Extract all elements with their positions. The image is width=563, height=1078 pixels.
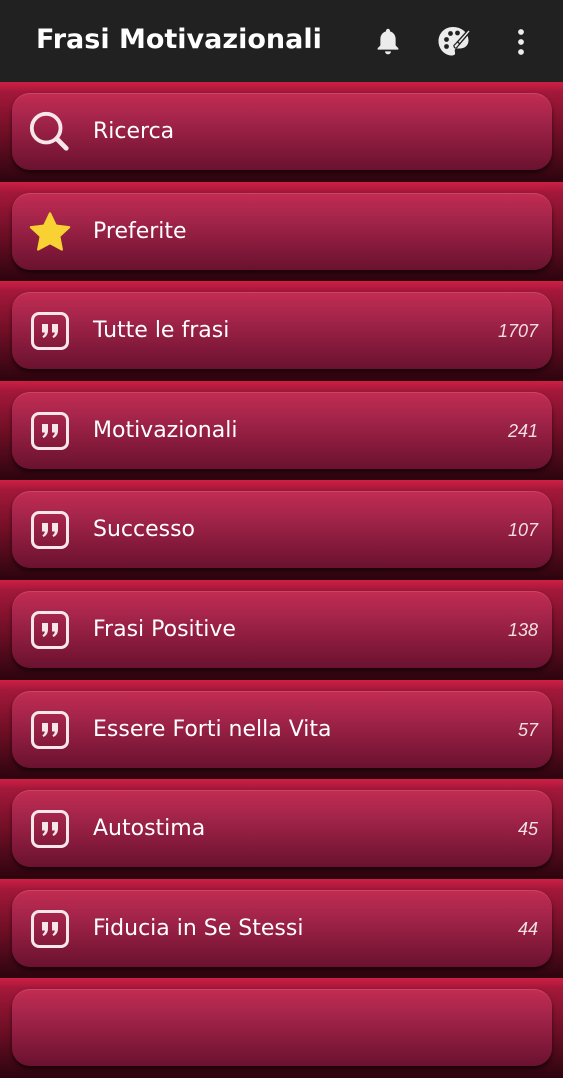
quote-icon xyxy=(31,810,69,849)
category-count: 1707 xyxy=(497,321,538,342)
search-icon xyxy=(28,110,72,154)
category-count: 57 xyxy=(517,719,538,740)
category-label: Autostima xyxy=(93,816,206,842)
category-count: 45 xyxy=(517,819,538,840)
search-item[interactable]: Ricerca xyxy=(12,93,552,170)
quote-icon xyxy=(31,312,69,351)
list-row: Essere Forti nella Vita 57 xyxy=(0,679,563,780)
list-row: Successo 107 xyxy=(0,480,563,580)
more-options-button[interactable] xyxy=(499,20,543,64)
favorites-label: Preferite xyxy=(93,218,187,244)
list-row: Frasi Positive 138 xyxy=(0,579,563,680)
category-label: Successo xyxy=(93,517,196,543)
theme-button[interactable] xyxy=(432,20,476,64)
category-label: Tutte le frasi xyxy=(93,318,230,344)
list-row: Ricerca xyxy=(0,82,563,182)
category-label: Fiducia in Se Stessi xyxy=(93,915,304,941)
app-bar: Frasi Motivazionali xyxy=(0,0,563,82)
category-item[interactable]: Essere Forti nella Vita 57 xyxy=(12,690,552,768)
list-row: Motivazionali 241 xyxy=(0,380,563,481)
notifications-button[interactable] xyxy=(366,20,410,64)
category-item[interactable]: Successo 107 xyxy=(12,491,552,569)
category-item[interactable]: Motivazionali 241 xyxy=(12,391,552,469)
list-row-partial xyxy=(0,978,563,1078)
category-list: Ricerca Preferite Tutte le frasi 1707 Mo… xyxy=(0,82,563,1078)
category-count: 241 xyxy=(507,420,538,441)
category-count: 44 xyxy=(517,918,538,939)
category-label: Frasi Positive xyxy=(93,616,236,642)
category-label: Motivazionali xyxy=(93,417,238,443)
list-row: Tutte le frasi 1707 xyxy=(0,281,563,381)
list-row: Fiducia in Se Stessi 44 xyxy=(0,878,563,979)
category-label: Essere Forti nella Vita xyxy=(93,716,332,742)
star-icon xyxy=(28,210,72,254)
category-count: 138 xyxy=(507,619,538,640)
list-row: Preferite xyxy=(0,181,563,282)
category-count: 107 xyxy=(507,520,538,541)
category-item-partial[interactable] xyxy=(12,989,552,1067)
quote-icon xyxy=(31,511,69,550)
quote-icon xyxy=(31,909,69,948)
search-label: Ricerca xyxy=(93,119,175,144)
category-item[interactable]: Fiducia in Se Stessi 44 xyxy=(12,889,552,967)
quote-icon xyxy=(31,411,69,450)
category-item[interactable]: Tutte le frasi 1707 xyxy=(12,292,552,370)
app-title: Frasi Motivazionali xyxy=(36,24,322,55)
palette-icon xyxy=(438,27,472,56)
bell-icon xyxy=(377,28,399,55)
more-vertical-icon xyxy=(518,29,524,55)
category-item[interactable]: Autostima 45 xyxy=(12,790,552,868)
favorites-item[interactable]: Preferite xyxy=(12,192,552,270)
category-item[interactable]: Frasi Positive 138 xyxy=(12,590,552,668)
list-row: Autostima 45 xyxy=(0,779,563,879)
quote-icon xyxy=(31,610,69,649)
quote-icon xyxy=(31,710,69,749)
